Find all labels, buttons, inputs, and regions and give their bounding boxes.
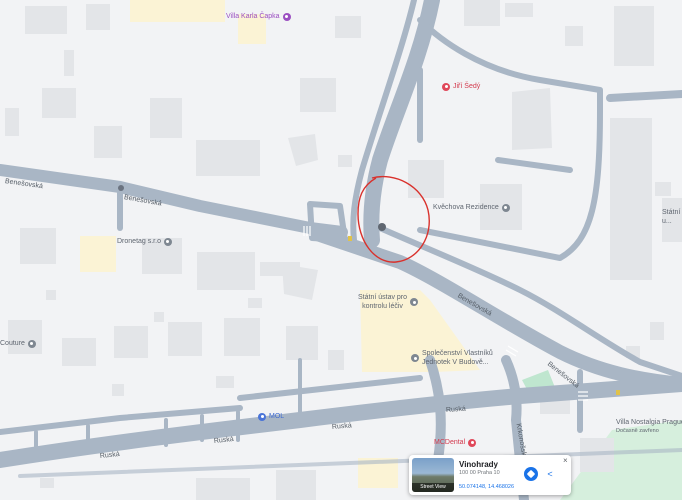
directions-icon[interactable] xyxy=(524,467,538,481)
place-title: Vinohrady xyxy=(459,460,498,469)
poi-label: Státní ústav pro xyxy=(358,294,408,301)
poi-couture[interactable]: Couture xyxy=(0,339,36,348)
poi-label-group: Společenství Vlastníků Jednotek V Budově… xyxy=(422,349,493,367)
poi-label: Villa Karla Čapka xyxy=(226,13,280,20)
poi-dronetag[interactable]: Dronetag s.r.o xyxy=(117,237,172,246)
poi-mol[interactable]: MOL xyxy=(258,412,284,421)
poi-label: Státní xyxy=(662,209,681,216)
traffic-light-icon xyxy=(348,236,352,241)
poi-villa-karla-capka[interactable]: Villa Karla Čapka xyxy=(226,12,291,21)
building-icon xyxy=(501,203,510,212)
street-view-label: Street View xyxy=(412,483,454,492)
poi-label: kontrolu léčiv xyxy=(362,303,403,310)
poi-label-group: Státní ústav pro kontrolu léčiv xyxy=(358,293,407,311)
poi-sublabel: Dočasně zavřeno xyxy=(616,428,659,434)
government-icon xyxy=(410,298,419,306)
poi-mcdental[interactable]: MCDental xyxy=(434,438,477,447)
poi-label: MOL xyxy=(269,413,285,420)
poi-jiri-sedy[interactable]: Jiří Šedý xyxy=(442,82,480,91)
poi-statni-edge[interactable]: Státní u... xyxy=(662,208,680,226)
poi-label: Kvěchova Rezidence xyxy=(433,204,499,211)
poi-label: Jednotek V Budově... xyxy=(422,359,489,366)
bus-stop-icon[interactable] xyxy=(118,185,124,191)
poi-villa-nostalgia[interactable]: Villa Nostalgia Prague Dočasně zavřeno xyxy=(616,418,682,436)
museum-icon xyxy=(282,12,291,21)
building-icon xyxy=(411,354,419,362)
close-icon[interactable]: × xyxy=(563,456,568,465)
poi-label: u... xyxy=(662,218,672,225)
shop-icon xyxy=(27,339,36,348)
poi-label-group: Státní u... xyxy=(662,208,680,226)
poi-label: Společenství Vlastníků xyxy=(422,350,493,357)
place-info-card[interactable]: Street View Vinohrady 100 00 Praha 10 50… xyxy=(409,455,571,495)
poi-label: MCDental xyxy=(434,439,466,446)
share-icon[interactable]: < xyxy=(543,467,557,481)
dentist-icon xyxy=(468,438,477,447)
poi-label: Couture xyxy=(0,340,25,347)
place-address: 100 00 Praha 10 xyxy=(459,470,500,476)
poi-label: Dronetag s.r.o xyxy=(117,238,161,245)
building-icon xyxy=(163,237,172,246)
street-label: Ruská xyxy=(445,405,467,414)
poi-kvechova-rezidence[interactable]: Kvěchova Rezidence xyxy=(433,203,510,212)
dentist-icon xyxy=(442,82,450,91)
street-view-thumbnail[interactable]: Street View xyxy=(412,458,454,492)
poi-spolecenstvi[interactable]: Společenství Vlastníků Jednotek V Budově… xyxy=(411,349,493,367)
poi-label: Jiří Šedý xyxy=(453,83,481,90)
poi-statni-ustav[interactable]: Státní ústav pro kontrolu léčiv xyxy=(358,293,419,311)
poi-label-group: Villa Nostalgia Prague Dočasně zavřeno xyxy=(616,418,682,436)
place-coordinates[interactable]: 50.074148, 14.468026 xyxy=(459,484,514,490)
poi-label: Villa Nostalgia Prague xyxy=(616,419,682,426)
traffic-light-icon xyxy=(616,390,620,395)
location-marker-icon[interactable] xyxy=(378,223,386,231)
gas-station-icon xyxy=(258,412,266,421)
